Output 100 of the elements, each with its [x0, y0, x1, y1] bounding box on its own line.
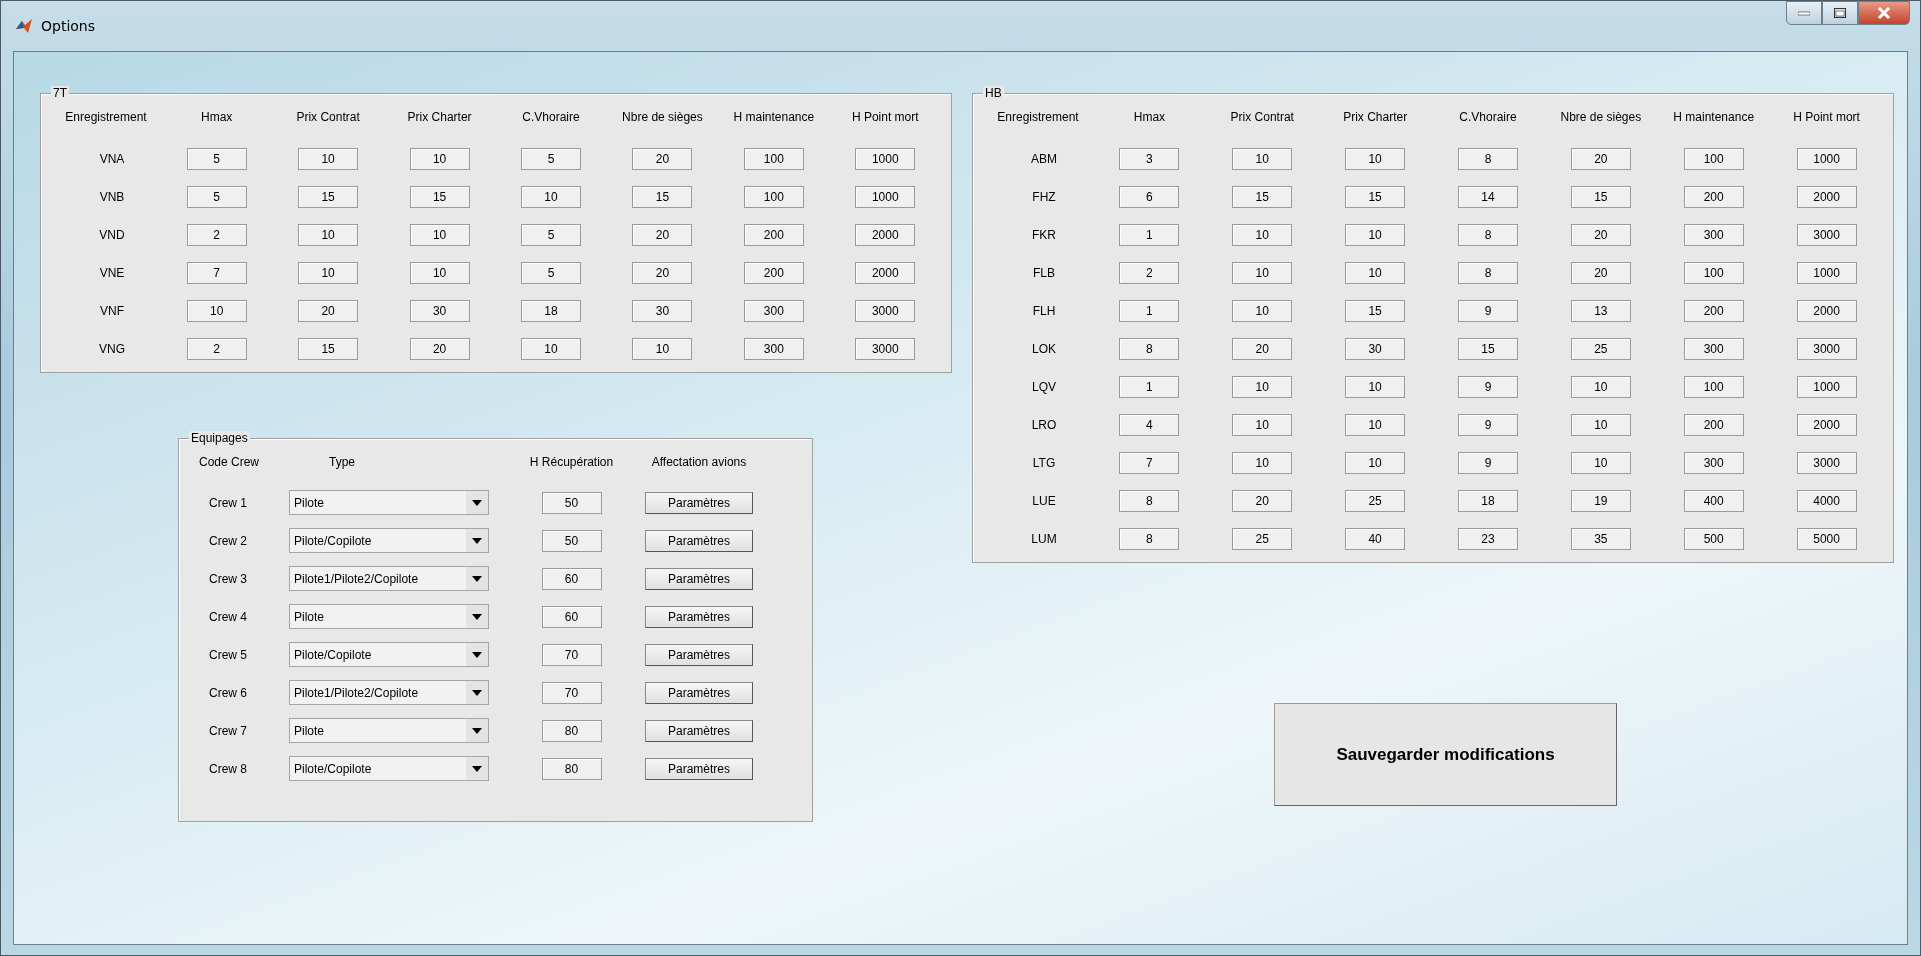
value-field[interactable]: 9 [1458, 452, 1518, 474]
value-field[interactable]: 10 [1570, 414, 1631, 436]
value-field[interactable]: 1000 [1796, 262, 1857, 284]
minimize-button[interactable] [1786, 1, 1822, 25]
value-field[interactable]: 15 [1345, 300, 1406, 322]
value-field[interactable]: 8 [1458, 148, 1518, 170]
value-field[interactable]: 7 [1119, 452, 1180, 474]
value-field[interactable]: 13 [1570, 300, 1631, 322]
value-field[interactable]: 10 [1345, 414, 1406, 436]
value-field[interactable]: 15 [1570, 186, 1631, 208]
value-field[interactable]: 300 [1683, 452, 1744, 474]
type-dropdown[interactable]: Pilote1/Pilote2/Copilote [289, 680, 489, 705]
type-dropdown[interactable]: Pilote [289, 718, 489, 743]
value-field[interactable]: 20 [1232, 338, 1293, 360]
value-field[interactable]: 10 [186, 300, 247, 322]
value-field[interactable]: 30 [409, 300, 470, 322]
value-field[interactable]: 15 [409, 186, 470, 208]
value-field[interactable]: 3000 [1796, 224, 1857, 246]
value-field[interactable]: 10 [1345, 148, 1406, 170]
value-field[interactable]: 15 [1232, 186, 1293, 208]
value-field[interactable]: 18 [521, 300, 581, 322]
recovery-field[interactable]: 50 [541, 529, 602, 552]
maximize-button[interactable] [1822, 1, 1858, 25]
value-field[interactable]: 3 [1119, 148, 1180, 170]
value-field[interactable]: 10 [521, 338, 581, 360]
value-field[interactable]: 10 [1345, 376, 1406, 398]
value-field[interactable]: 25 [1345, 490, 1406, 512]
value-field[interactable]: 2 [1119, 262, 1180, 284]
value-field[interactable]: 2 [186, 224, 247, 246]
value-field[interactable]: 10 [1232, 262, 1293, 284]
value-field[interactable]: 5 [521, 224, 581, 246]
value-field[interactable]: 1000 [1796, 376, 1857, 398]
value-field[interactable]: 20 [1570, 262, 1631, 284]
value-field[interactable]: 5 [186, 148, 247, 170]
value-field[interactable]: 200 [1683, 300, 1744, 322]
value-field[interactable]: 300 [743, 300, 804, 322]
value-field[interactable]: 1 [1119, 300, 1180, 322]
value-field[interactable]: 40 [1345, 528, 1406, 550]
type-dropdown[interactable]: Pilote [289, 490, 489, 515]
parameters-button[interactable]: Paramètres [645, 567, 753, 590]
value-field[interactable]: 15 [1345, 186, 1406, 208]
value-field[interactable]: 10 [298, 224, 359, 246]
value-field[interactable]: 300 [1683, 338, 1744, 360]
recovery-field[interactable]: 70 [541, 643, 602, 666]
parameters-button[interactable]: Paramètres [645, 757, 753, 780]
value-field[interactable]: 4000 [1796, 490, 1857, 512]
value-field[interactable]: 2000 [855, 262, 916, 284]
value-field[interactable]: 8 [1119, 490, 1180, 512]
value-field[interactable]: 3000 [1796, 338, 1857, 360]
value-field[interactable]: 10 [409, 148, 470, 170]
value-field[interactable]: 2000 [855, 224, 916, 246]
value-field[interactable]: 10 [298, 148, 359, 170]
type-dropdown[interactable]: Pilote1/Pilote2/Copilote [289, 566, 489, 591]
value-field[interactable]: 20 [1570, 224, 1631, 246]
value-field[interactable]: 8 [1458, 224, 1518, 246]
value-field[interactable]: 20 [298, 300, 359, 322]
value-field[interactable]: 10 [1570, 452, 1631, 474]
value-field[interactable]: 10 [1570, 376, 1631, 398]
value-field[interactable]: 5 [521, 262, 581, 284]
value-field[interactable]: 3000 [855, 338, 916, 360]
close-button[interactable] [1858, 1, 1910, 25]
value-field[interactable]: 8 [1458, 262, 1518, 284]
value-field[interactable]: 9 [1458, 300, 1518, 322]
value-field[interactable]: 2000 [1796, 186, 1857, 208]
parameters-button[interactable]: Paramètres [645, 529, 753, 552]
value-field[interactable]: 9 [1458, 376, 1518, 398]
recovery-field[interactable]: 60 [541, 567, 602, 590]
value-field[interactable]: 100 [1683, 148, 1744, 170]
value-field[interactable]: 23 [1458, 528, 1518, 550]
value-field[interactable]: 5 [186, 186, 247, 208]
value-field[interactable]: 300 [1683, 224, 1744, 246]
value-field[interactable]: 1000 [1796, 148, 1857, 170]
parameters-button[interactable]: Paramètres [645, 643, 753, 666]
value-field[interactable]: 10 [1232, 376, 1293, 398]
save-button[interactable]: Sauvegarder modifications [1274, 703, 1617, 806]
value-field[interactable]: 15 [298, 338, 359, 360]
value-field[interactable]: 5000 [1796, 528, 1857, 550]
parameters-button[interactable]: Paramètres [645, 681, 753, 704]
value-field[interactable]: 400 [1683, 490, 1744, 512]
recovery-field[interactable]: 80 [541, 757, 602, 780]
value-field[interactable]: 10 [521, 186, 581, 208]
value-field[interactable]: 1000 [855, 148, 916, 170]
value-field[interactable]: 10 [1232, 452, 1293, 474]
value-field[interactable]: 20 [632, 224, 693, 246]
type-dropdown[interactable]: Pilote/Copilote [289, 756, 489, 781]
value-field[interactable]: 10 [1345, 262, 1406, 284]
value-field[interactable]: 200 [1683, 414, 1744, 436]
value-field[interactable]: 14 [1458, 186, 1518, 208]
recovery-field[interactable]: 60 [541, 605, 602, 628]
value-field[interactable]: 10 [409, 224, 470, 246]
value-field[interactable]: 2 [186, 338, 247, 360]
value-field[interactable]: 200 [1683, 186, 1744, 208]
value-field[interactable]: 10 [1232, 300, 1293, 322]
value-field[interactable]: 10 [632, 338, 693, 360]
value-field[interactable]: 3000 [855, 300, 916, 322]
value-field[interactable]: 7 [186, 262, 247, 284]
value-field[interactable]: 15 [298, 186, 359, 208]
value-field[interactable]: 30 [632, 300, 693, 322]
value-field[interactable]: 200 [743, 224, 804, 246]
value-field[interactable]: 20 [409, 338, 470, 360]
